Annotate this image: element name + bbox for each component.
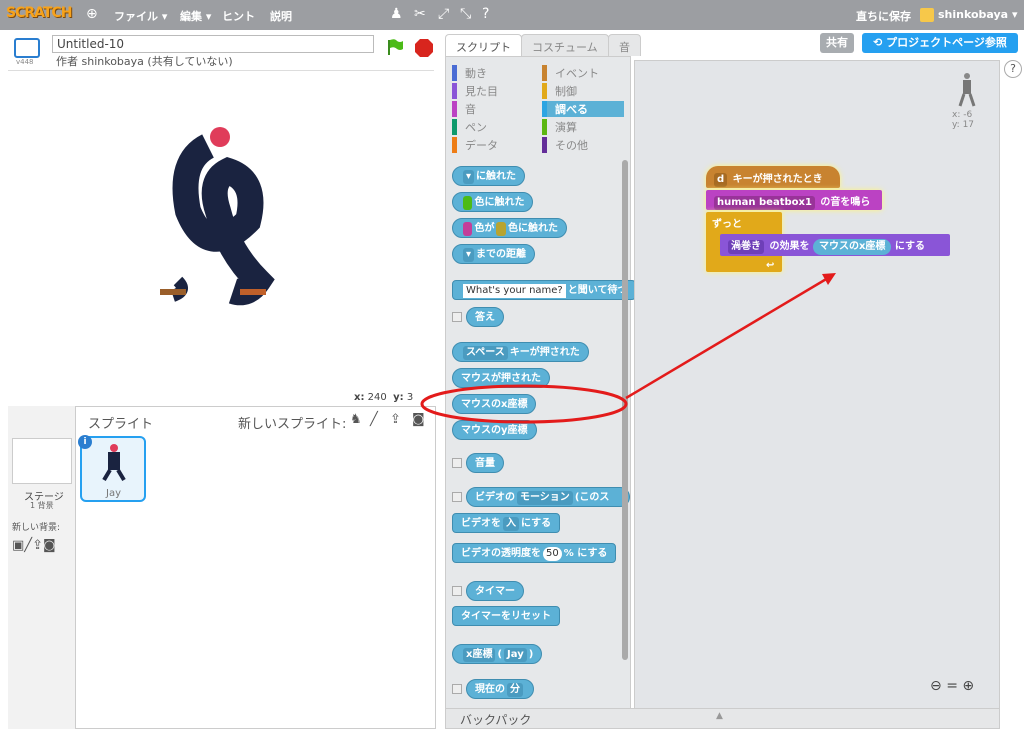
annotation-arrow [625, 276, 829, 400]
annotation-overlay [420, 273, 836, 424]
annotation-circle [420, 384, 628, 424]
